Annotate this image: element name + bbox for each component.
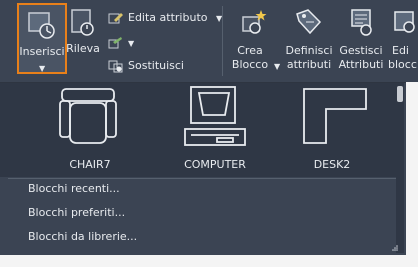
manage-attributes-label-1: Gestisci [339,44,383,57]
insert-block-icon [28,12,55,39]
create-block-button[interactable]: Crea Blocco ▼ [228,8,280,74]
block-editor-button[interactable]: Edi blocc [388,8,418,74]
manage-attributes-icon [351,9,372,36]
define-attributes-button[interactable]: Definisci attributi [284,8,334,74]
rileva-label: Rileva [66,42,100,55]
attribute-tools-icon [108,37,122,49]
rileva-icon [71,9,94,36]
block-editor-label-1: Edi [392,44,409,57]
manage-attributes-label-2: Attributi [338,58,384,71]
chevron-down-icon[interactable]: ▼ [128,39,134,48]
rileva-button[interactable]: Rileva [66,8,100,68]
recent-blocks-item[interactable]: Blocchi recenti... [28,182,120,195]
create-block-label-2: Blocco [231,58,269,71]
menu-separator [8,178,396,179]
manage-attributes-button[interactable]: Gestisci Attributi [336,8,386,74]
desk-icon [303,88,367,144]
block-editor-icon [394,11,415,33]
gallery-scrollbar[interactable] [396,83,404,253]
gallery-item-computer[interactable]: COMPUTER [155,83,275,171]
chevron-down-icon[interactable]: ▼ [39,62,45,75]
chevron-down-icon[interactable]: ▼ [274,60,280,73]
insert-gallery-dropdown: CHAIR7 COMPUTER DESK2 Blocchi recenti... [0,82,406,255]
gallery-item-label: DESK2 [313,158,351,171]
background-edge [406,82,418,267]
ribbon-separator [222,6,223,76]
create-block-icon [242,10,267,34]
resize-grip-icon[interactable] [392,245,398,251]
edit-attribute-icon [108,13,123,24]
replace-button[interactable]: Sostituisci [108,59,184,73]
edit-attribute-label: Edita attributo [128,11,208,24]
gallery-item-chair7[interactable]: CHAIR7 [30,83,150,171]
library-blocks-item[interactable]: Blocchi da librerie... [28,230,137,243]
favorite-blocks-item[interactable]: Blocchi preferiti... [28,206,125,219]
define-attributes-label-2: attributi [286,58,332,71]
computer-icon [184,86,246,146]
gallery-item-desk2[interactable]: DESK2 [272,83,392,171]
ribbon-panel: Inserisci ▼ Rileva Edita attributo ▼ ▼ S… [0,0,418,82]
block-gallery: CHAIR7 COMPUTER DESK2 [0,83,404,177]
insert-block-button[interactable]: Inserisci ▼ [17,3,67,74]
create-block-label-1: Crea [237,44,263,57]
replace-label: Sostituisci [128,59,184,72]
define-attributes-icon [296,9,322,35]
edit-attribute-button[interactable]: Edita attributo ▼ [108,11,222,25]
replace-icon [108,60,123,73]
define-attributes-label-1: Definisci [285,44,333,57]
chair-icon [59,88,117,144]
gallery-item-label: COMPUTER [184,158,246,171]
block-editor-label-2: blocc [388,58,417,71]
gallery-item-label: CHAIR7 [69,158,111,171]
insert-block-label: Inserisci [19,45,65,58]
scrollbar-thumb[interactable] [397,86,403,102]
attribute-tools-button[interactable]: ▼ [108,36,134,50]
